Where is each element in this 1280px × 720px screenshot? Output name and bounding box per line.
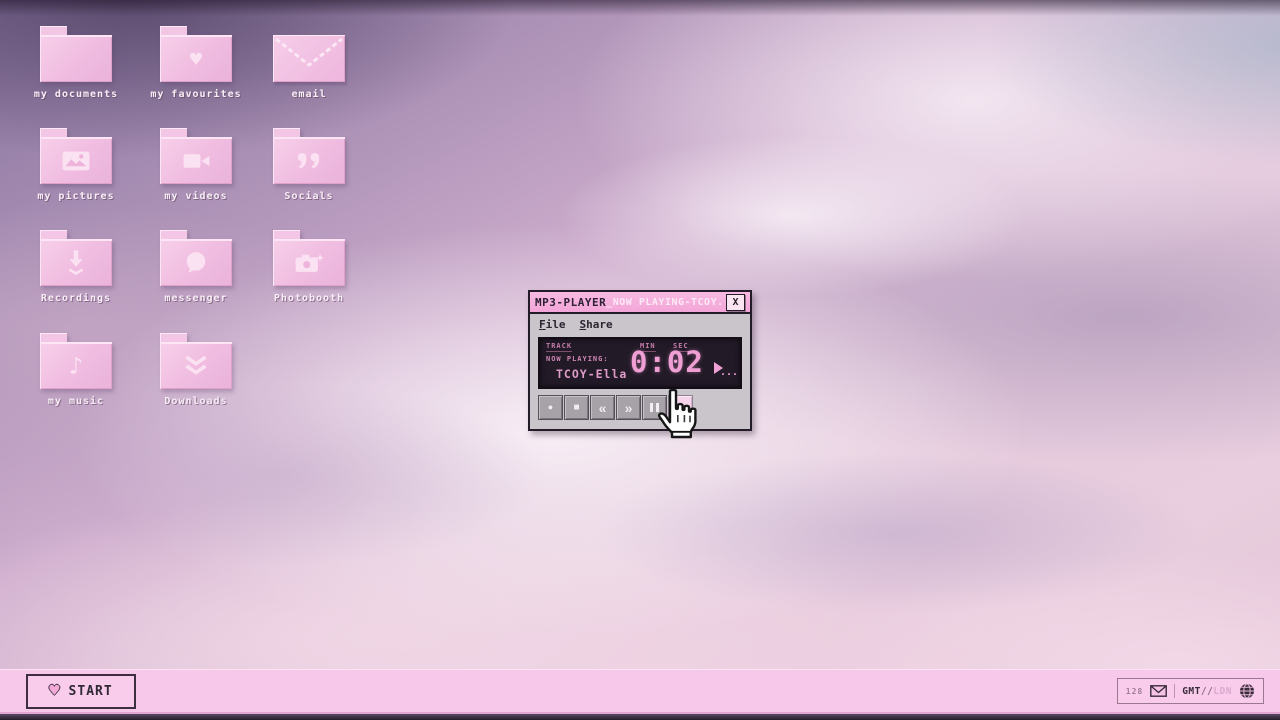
double-quotes-icon <box>297 153 321 169</box>
close-button[interactable]: X <box>726 294 745 311</box>
stop-button[interactable]: ■ <box>564 395 589 420</box>
double-chevron-down-icon <box>184 356 208 375</box>
globe-icon[interactable] <box>1239 683 1255 699</box>
top-vignette <box>0 0 1280 16</box>
screen-bottom-edge <box>0 714 1280 720</box>
music-note-icon: ♪ <box>69 354 83 378</box>
lcd-display: TRACK MIN SEC NOW PLAYING: TCOY-Ella He … <box>538 337 742 389</box>
mp3-player-window: MP3-PLAYER _NOW PLAYING-TCOY... X File S… <box>528 290 752 431</box>
window-subtitle: _NOW PLAYING-TCOY... <box>606 297 726 308</box>
folder-heart-icon: ♥ <box>160 26 232 82</box>
folder-icon <box>40 26 112 82</box>
desktop-icon-my-videos[interactable]: my videos <box>140 128 252 202</box>
desktop-screen: my documents ♥ my favourites email my pi… <box>0 0 1280 720</box>
track-label: TRACK <box>546 343 572 352</box>
window-title: MP3-PLAYER <box>535 296 606 309</box>
picture-icon <box>62 151 90 171</box>
desktop-icon-downloads[interactable]: Downloads <box>140 333 252 407</box>
transport-controls: ● ■ « » <box>538 395 742 420</box>
desktop-icon-photobooth[interactable]: Photobooth <box>253 230 365 304</box>
taskbar: ♥ START 128 GMT//LDN <box>0 669 1280 714</box>
desktop-icon-recordings[interactable]: Recordings <box>20 230 132 304</box>
window-titlebar[interactable]: MP3-PLAYER _NOW PLAYING-TCOY... X <box>528 290 752 314</box>
desktop-icon-my-documents[interactable]: my documents <box>20 26 132 100</box>
window-body: File Share TRACK MIN SEC NOW PLAYING: TC… <box>528 314 752 431</box>
record-button[interactable]: ● <box>538 395 563 420</box>
pause-button[interactable] <box>642 395 667 420</box>
icon-label: email <box>253 89 365 100</box>
desktop-icon-my-pictures[interactable]: my pictures <box>20 128 132 202</box>
envelope-icon <box>273 35 345 82</box>
speech-bubble-icon <box>184 251 208 274</box>
icon-label: Socials <box>253 191 365 202</box>
folder-music-icon: ♪ <box>40 333 112 389</box>
heart-icon: ♥ <box>190 49 202 69</box>
folder-download-icon <box>40 230 112 286</box>
desktop-icon-my-favourites[interactable]: ♥ my favourites <box>140 26 252 100</box>
now-playing-label: NOW PLAYING: <box>546 356 609 363</box>
icon-label: Downloads <box>140 396 252 407</box>
folder-picture-icon <box>40 128 112 184</box>
system-tray: 128 GMT//LDN <box>1117 678 1264 704</box>
folder-quotes-icon <box>273 128 345 184</box>
icon-label: Recordings <box>20 293 132 304</box>
play-button[interactable] <box>668 395 693 420</box>
timezone-indicator: GMT//LDN <box>1182 686 1232 697</box>
icon-label: my favourites <box>140 89 252 100</box>
download-arrow-icon <box>65 250 87 275</box>
heart-icon: ♥ <box>49 683 59 700</box>
fast-forward-button[interactable]: » <box>616 395 641 420</box>
folder-chat-icon <box>160 230 232 286</box>
menu-item-file[interactable]: File <box>539 318 566 331</box>
mail-icon[interactable] <box>1150 685 1167 697</box>
desktop-icon-email[interactable]: email <box>253 26 365 100</box>
rewind-button[interactable]: « <box>590 395 615 420</box>
ellipsis-dots: ... <box>720 368 738 378</box>
video-camera-icon <box>183 153 210 169</box>
menu-bar: File Share <box>530 314 750 334</box>
elapsed-time: 0:02 <box>630 348 704 377</box>
tray-divider <box>1174 684 1175 698</box>
icon-label: my videos <box>140 191 252 202</box>
folder-chevrons-icon <box>160 333 232 389</box>
icon-label: my pictures <box>20 191 132 202</box>
song-title: TCOY-Ella He <box>556 369 632 381</box>
menu-item-share[interactable]: Share <box>580 318 613 331</box>
desktop-icon-socials[interactable]: Socials <box>253 128 365 202</box>
icon-label: messenger <box>140 293 252 304</box>
start-label: START <box>69 684 113 699</box>
icon-label: my documents <box>20 89 132 100</box>
folder-camera-icon <box>273 230 345 286</box>
mail-count: 128 <box>1126 687 1143 696</box>
icon-label: my music <box>20 396 132 407</box>
icon-label: Photobooth <box>253 293 365 304</box>
folder-video-icon <box>160 128 232 184</box>
camera-sparkle-icon <box>295 253 324 273</box>
start-button[interactable]: ♥ START <box>26 674 136 709</box>
desktop-icon-my-music[interactable]: ♪ my music <box>20 333 132 407</box>
desktop-icon-messenger[interactable]: messenger <box>140 230 252 304</box>
